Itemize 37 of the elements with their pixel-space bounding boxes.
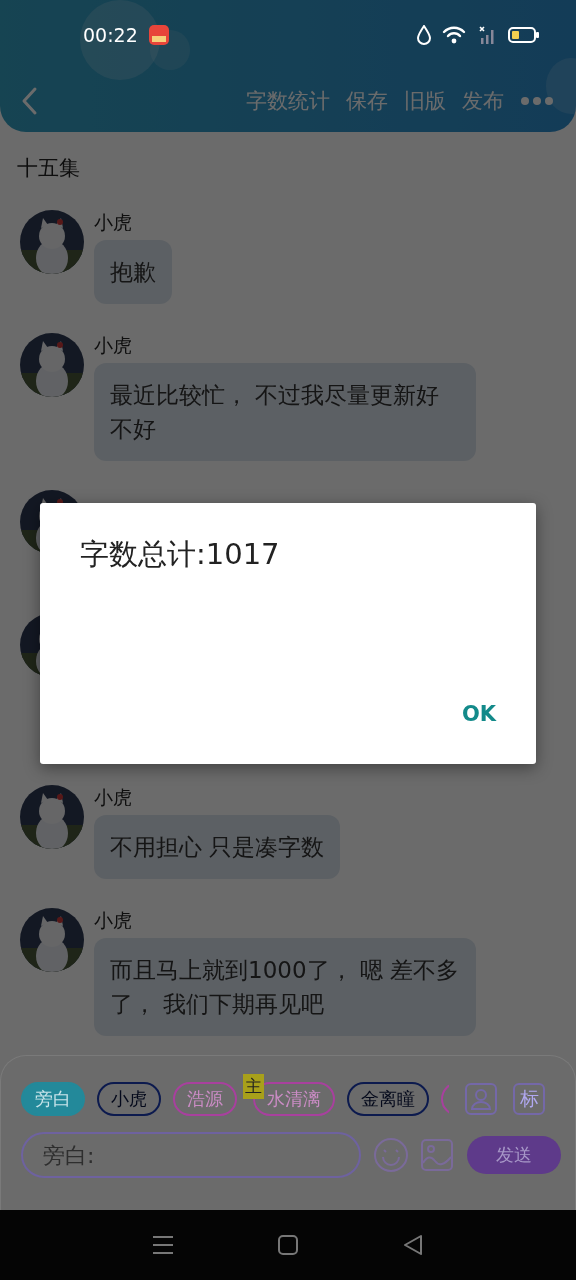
back-icon[interactable] [20, 86, 38, 116]
role-chip[interactable]: 小虎 [97, 1082, 161, 1116]
app-icon [147, 24, 170, 46]
sender-name: 小虎 [94, 785, 133, 809]
dialog-message: 字数总计:1017 [80, 536, 281, 573]
message-bubble: 抱歉 [94, 240, 172, 304]
emoji-icon[interactable] [373, 1137, 409, 1173]
send-button[interactable]: 发送 [467, 1136, 561, 1174]
more-icon[interactable] [520, 96, 554, 106]
message-bubble: 最近比较忙， 不过我尽量更新好不好 [94, 363, 476, 461]
person-icon [470, 1087, 492, 1111]
toolbar-action[interactable]: 保存 [346, 87, 388, 115]
sender-name: 小虎 [94, 210, 133, 234]
toolbar-action[interactable]: 发布 [462, 87, 504, 115]
ok-button[interactable]: OK [449, 698, 508, 730]
water-drop-icon [416, 25, 432, 45]
role-chip[interactable]: 旁白 [21, 1082, 85, 1116]
main-role-badge: 主 [243, 1074, 264, 1099]
sender-name: 小虎 [94, 333, 133, 357]
back-icon[interactable] [402, 1234, 425, 1256]
sender-name: 小虎 [94, 908, 133, 932]
toolbar-action[interactable]: 字数统计 [246, 87, 330, 115]
image-icon[interactable] [421, 1139, 453, 1171]
wifi-icon [442, 25, 468, 45]
role-chip[interactable]: 金离瞳 [347, 1082, 429, 1116]
home-icon[interactable] [277, 1234, 299, 1256]
message-input[interactable]: 旁白: [21, 1132, 361, 1178]
tag-button[interactable]: 标 [513, 1083, 545, 1115]
clock-time: 00:22 [83, 24, 138, 46]
battery-icon [508, 26, 540, 44]
message-bubble: 不用担心 只是凑字数 [94, 815, 341, 879]
message-bubble: 而且马上就到1000了， 嗯 差不多了， 我们下期再见吧 [94, 938, 476, 1036]
menu-icon[interactable] [151, 1235, 174, 1255]
person-button[interactable] [465, 1083, 497, 1115]
role-chip[interactable]: 浩源 [173, 1082, 237, 1116]
episode-title: 十五集 [16, 155, 81, 182]
toolbar-action[interactable]: 旧版 [404, 87, 446, 115]
